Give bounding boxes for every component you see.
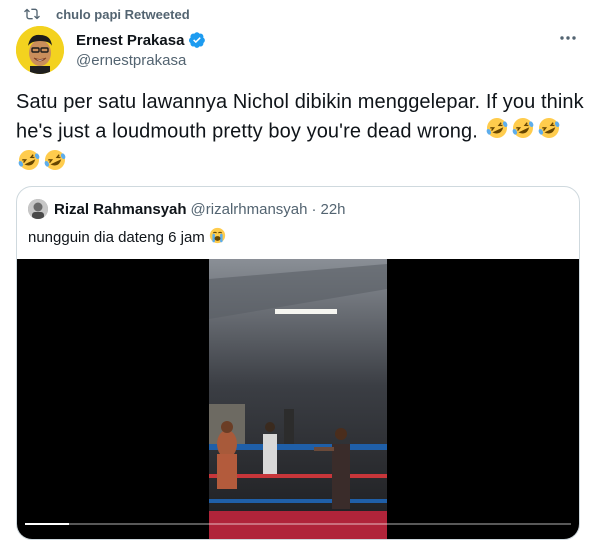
rolling-on-floor-laughing-emoji (42, 148, 68, 180)
loudly-crying-face-emoji (209, 227, 226, 248)
video-progress-fill (25, 523, 69, 525)
retweet-label: chulo papi Retweeted (56, 6, 190, 22)
retweet-indicator[interactable]: chulo papi Retweeted (24, 6, 190, 22)
quoted-avatar-portrait (28, 199, 48, 219)
quoted-body: nungguin dia dateng 6 jam (28, 229, 205, 246)
rolling-on-floor-laughing-emoji (484, 116, 510, 148)
video-frame[interactable] (209, 259, 387, 539)
author-name[interactable]: Ernest Prakasa (76, 32, 184, 49)
quoted-tweet[interactable]: Rizal Rahmansyah @rizalrhmansyah · 22h nun… (16, 186, 580, 540)
more-options-button[interactable] (555, 28, 581, 48)
meta-separator: · (311, 200, 317, 218)
quoted-author-handle[interactable]: @rizalrhmansyah (191, 201, 308, 218)
author-handle[interactable]: @ernestprakasa (76, 52, 206, 72)
quoted-timestamp[interactable]: 22h (320, 201, 345, 218)
author-block[interactable]: Ernest Prakasa @ernestprakasa (76, 30, 206, 72)
video-progress-bar[interactable] (25, 523, 571, 525)
avatar-portrait (16, 26, 64, 74)
quoted-author-avatar[interactable] (28, 199, 48, 219)
retweet-icon (24, 8, 40, 20)
author-avatar[interactable] (16, 26, 64, 74)
quoted-author-name[interactable]: Rizal Rahmansyah (54, 201, 187, 218)
video-player[interactable] (17, 259, 579, 539)
quoted-tweet-text: nungguin dia dateng 6 jam (28, 227, 226, 248)
rolling-on-floor-laughing-emoji (536, 116, 562, 148)
tweet-text: Satu per satu lawannya Nichol dibikin me… (16, 88, 586, 180)
video-still (209, 259, 387, 539)
verified-badge-icon (189, 32, 206, 48)
more-options-icon (560, 36, 576, 40)
rolling-on-floor-laughing-emoji (16, 148, 42, 180)
quoted-tweet-header: Rizal Rahmansyah @rizalrhmansyah · 22h (28, 199, 346, 219)
rolling-on-floor-laughing-emoji (510, 116, 536, 148)
